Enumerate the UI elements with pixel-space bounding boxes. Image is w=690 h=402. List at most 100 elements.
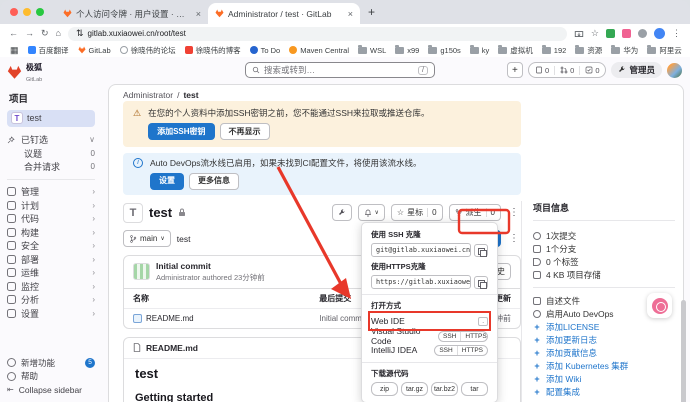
bookmark-star-icon[interactable]: ☆ bbox=[591, 29, 599, 38]
minimize-window-button[interactable] bbox=[23, 8, 31, 16]
sidebar-item-merge-requests[interactable]: 合并请求 0 bbox=[7, 161, 95, 173]
sidebar-context-label[interactable]: 项目 bbox=[9, 91, 93, 105]
bookmark-forum[interactable]: 徐晓伟的论坛 bbox=[120, 45, 176, 56]
more-info-button[interactable]: 更多信息 bbox=[189, 173, 239, 190]
close-window-button[interactable] bbox=[10, 8, 18, 16]
sidebar-item-issues[interactable]: 议题 0 bbox=[7, 147, 95, 159]
sidebar-pinned-toggle[interactable]: 已钉选 ∨ bbox=[7, 134, 95, 146]
merge-requests-button[interactable]: 0 bbox=[560, 66, 574, 75]
settings-button[interactable]: 设置 bbox=[150, 173, 184, 190]
browser-profile-avatar[interactable] bbox=[654, 28, 665, 39]
share-icon[interactable] bbox=[574, 29, 584, 39]
add-ssh-key-button[interactable]: 添加SSH密钥 bbox=[148, 123, 214, 140]
commit-title[interactable]: Initial commit bbox=[156, 261, 265, 271]
dont-show-again-button[interactable]: 不再显示 bbox=[220, 123, 270, 140]
sidebar-item-analyze[interactable]: 分析› bbox=[7, 294, 95, 306]
create-new-button[interactable]: + bbox=[507, 62, 523, 78]
intellij-protocol-buttons[interactable]: SSHHTTPS bbox=[434, 345, 488, 356]
storage-stat[interactable]: 4 KB 项目存储 bbox=[533, 268, 675, 281]
sidebar-item-plan[interactable]: 计划› bbox=[7, 199, 95, 211]
bookmark-todo[interactable]: To Do bbox=[250, 46, 281, 55]
copy-icon[interactable] bbox=[474, 276, 488, 289]
admin-mode-button[interactable]: 管理员 bbox=[611, 62, 662, 78]
page-scrollbar[interactable] bbox=[681, 300, 686, 402]
new-tab-button[interactable]: + bbox=[368, 5, 375, 19]
download-tarbz2-button[interactable]: tar.bz2 bbox=[431, 382, 458, 396]
breadcrumb-root[interactable]: Administrator bbox=[123, 90, 173, 100]
maximize-window-button[interactable] bbox=[36, 8, 44, 16]
add-kubernetes-link[interactable]: +添加 Kubernetes 集群 bbox=[533, 359, 675, 372]
bookmark-folder-wsl[interactable]: WSL bbox=[358, 46, 386, 55]
feedback-float-widget[interactable] bbox=[647, 293, 672, 318]
copy-icon[interactable] bbox=[474, 244, 488, 257]
close-tab-icon[interactable]: × bbox=[196, 9, 201, 19]
bookmark-folder-huawei[interactable]: 华为 bbox=[611, 45, 638, 56]
add-license-link[interactable]: +添加LICENSE bbox=[533, 320, 675, 333]
star-button[interactable]: ☆星标0 bbox=[391, 204, 443, 221]
browser-tab-active[interactable]: Administrator / test · GitLab × bbox=[208, 3, 360, 24]
sidebar-item-build[interactable]: 构建› bbox=[7, 226, 95, 238]
sidebar-item-project-test[interactable]: T test bbox=[7, 110, 95, 127]
notifications-button[interactable]: ∨ bbox=[358, 204, 385, 221]
adblock-extension-icon[interactable] bbox=[606, 29, 615, 38]
add-wiki-link[interactable]: +添加 Wiki bbox=[533, 372, 675, 385]
close-tab-icon[interactable]: × bbox=[348, 9, 353, 19]
vscode-menu-item[interactable]: Visual Studio Code SSHHTTPS bbox=[371, 329, 488, 343]
gitlab-logo[interactable]: 极狐GitLab bbox=[7, 62, 95, 83]
todos-button[interactable]: 0 bbox=[585, 66, 599, 75]
download-targz-button[interactable]: tar.gz bbox=[401, 382, 428, 396]
bookmark-blog[interactable]: 徐晓伟的博客 bbox=[185, 45, 241, 56]
search-input[interactable]: 搜索或转到… / bbox=[245, 62, 435, 78]
download-zip-button[interactable]: zip bbox=[371, 382, 398, 396]
tags-stat[interactable]: 0 个标签 bbox=[533, 255, 675, 268]
vscode-protocol-buttons[interactable]: SSHHTTPS bbox=[438, 331, 488, 342]
ssh-url-input[interactable]: git@gitlab.xuxiaowei.cn:root/tes bbox=[371, 243, 471, 257]
reload-button[interactable]: ↻ bbox=[41, 29, 49, 38]
bookmark-folder-ziyuan[interactable]: 资源 bbox=[575, 45, 602, 56]
project-settings-button[interactable] bbox=[332, 204, 352, 221]
sidebar-item-monitor[interactable]: 监控› bbox=[7, 280, 95, 292]
bookmark-folder-g150s[interactable]: g150s bbox=[428, 46, 460, 55]
apps-grid-icon[interactable]: ▦ bbox=[10, 46, 19, 55]
repo-path[interactable]: test bbox=[177, 234, 191, 244]
repo-more-menu-icon[interactable]: ⋮ bbox=[507, 233, 521, 244]
browser-tab-inactive[interactable]: 个人访问令牌 · 用户设置 · 极… × bbox=[56, 3, 208, 24]
browser-menu-icon[interactable]: ⋮ bbox=[672, 29, 681, 38]
bookmark-folder-vm[interactable]: 虚拟机 bbox=[498, 45, 533, 56]
forward-button[interactable]: → bbox=[25, 29, 34, 38]
branches-stat[interactable]: 1个分支 bbox=[533, 242, 675, 255]
site-settings-icon[interactable]: ⇅ bbox=[76, 29, 84, 38]
download-tar-button[interactable]: tar bbox=[461, 382, 488, 396]
bookmark-baidu-translate[interactable]: 百度翻译 bbox=[28, 45, 69, 56]
branch-selector[interactable]: main∨ bbox=[123, 230, 171, 247]
sidebar-item-operate[interactable]: 运维› bbox=[7, 267, 95, 279]
sidebar-item-deploy[interactable]: 部署› bbox=[7, 253, 95, 265]
add-changelog-link[interactable]: +添加更新日志 bbox=[533, 333, 675, 346]
commits-stat[interactable]: 1次提交 bbox=[533, 229, 675, 242]
sidebar-item-manage[interactable]: 管理› bbox=[7, 186, 95, 198]
extension-icon[interactable] bbox=[622, 29, 631, 38]
extensions-puzzle-icon[interactable] bbox=[638, 29, 647, 38]
add-contributing-link[interactable]: +添加贡献信息 bbox=[533, 346, 675, 359]
home-button[interactable]: ⌂ bbox=[56, 29, 61, 38]
collapse-sidebar-button[interactable]: ⇤Collapse sidebar bbox=[7, 384, 95, 396]
bookmark-folder-x99[interactable]: x99 bbox=[395, 46, 419, 55]
bookmark-maven[interactable]: Maven Central bbox=[289, 46, 349, 55]
breadcrumb-current[interactable]: test bbox=[183, 90, 198, 100]
back-button[interactable]: ← bbox=[9, 29, 18, 38]
https-url-input[interactable]: https://gitlab.xuxiaowei.cn/root bbox=[371, 275, 471, 289]
bookmark-folder-ky[interactable]: ky bbox=[470, 46, 490, 55]
whats-new-button[interactable]: 新增功能5 bbox=[7, 357, 95, 369]
bookmark-folder-aliyun[interactable]: 阿里云 bbox=[647, 45, 682, 56]
help-button[interactable]: 帮助 bbox=[7, 370, 95, 382]
user-avatar[interactable] bbox=[667, 63, 682, 78]
fork-button[interactable]: 派生0 bbox=[449, 204, 501, 221]
sidebar-item-settings[interactable]: 设置› bbox=[7, 307, 95, 319]
configure-integrations-link[interactable]: +配置集成 bbox=[533, 385, 675, 398]
bookmark-folder-192[interactable]: 192 bbox=[542, 46, 567, 55]
sidebar-item-secure[interactable]: 安全› bbox=[7, 240, 95, 252]
project-more-menu-icon[interactable]: ⋮ bbox=[507, 207, 521, 218]
bookmark-gitlab[interactable]: GitLab bbox=[78, 46, 111, 55]
sidebar-item-code[interactable]: 代码› bbox=[7, 213, 95, 225]
address-bar[interactable]: ⇅ gitlab.xuxiaowei.cn/root/test bbox=[68, 27, 567, 41]
